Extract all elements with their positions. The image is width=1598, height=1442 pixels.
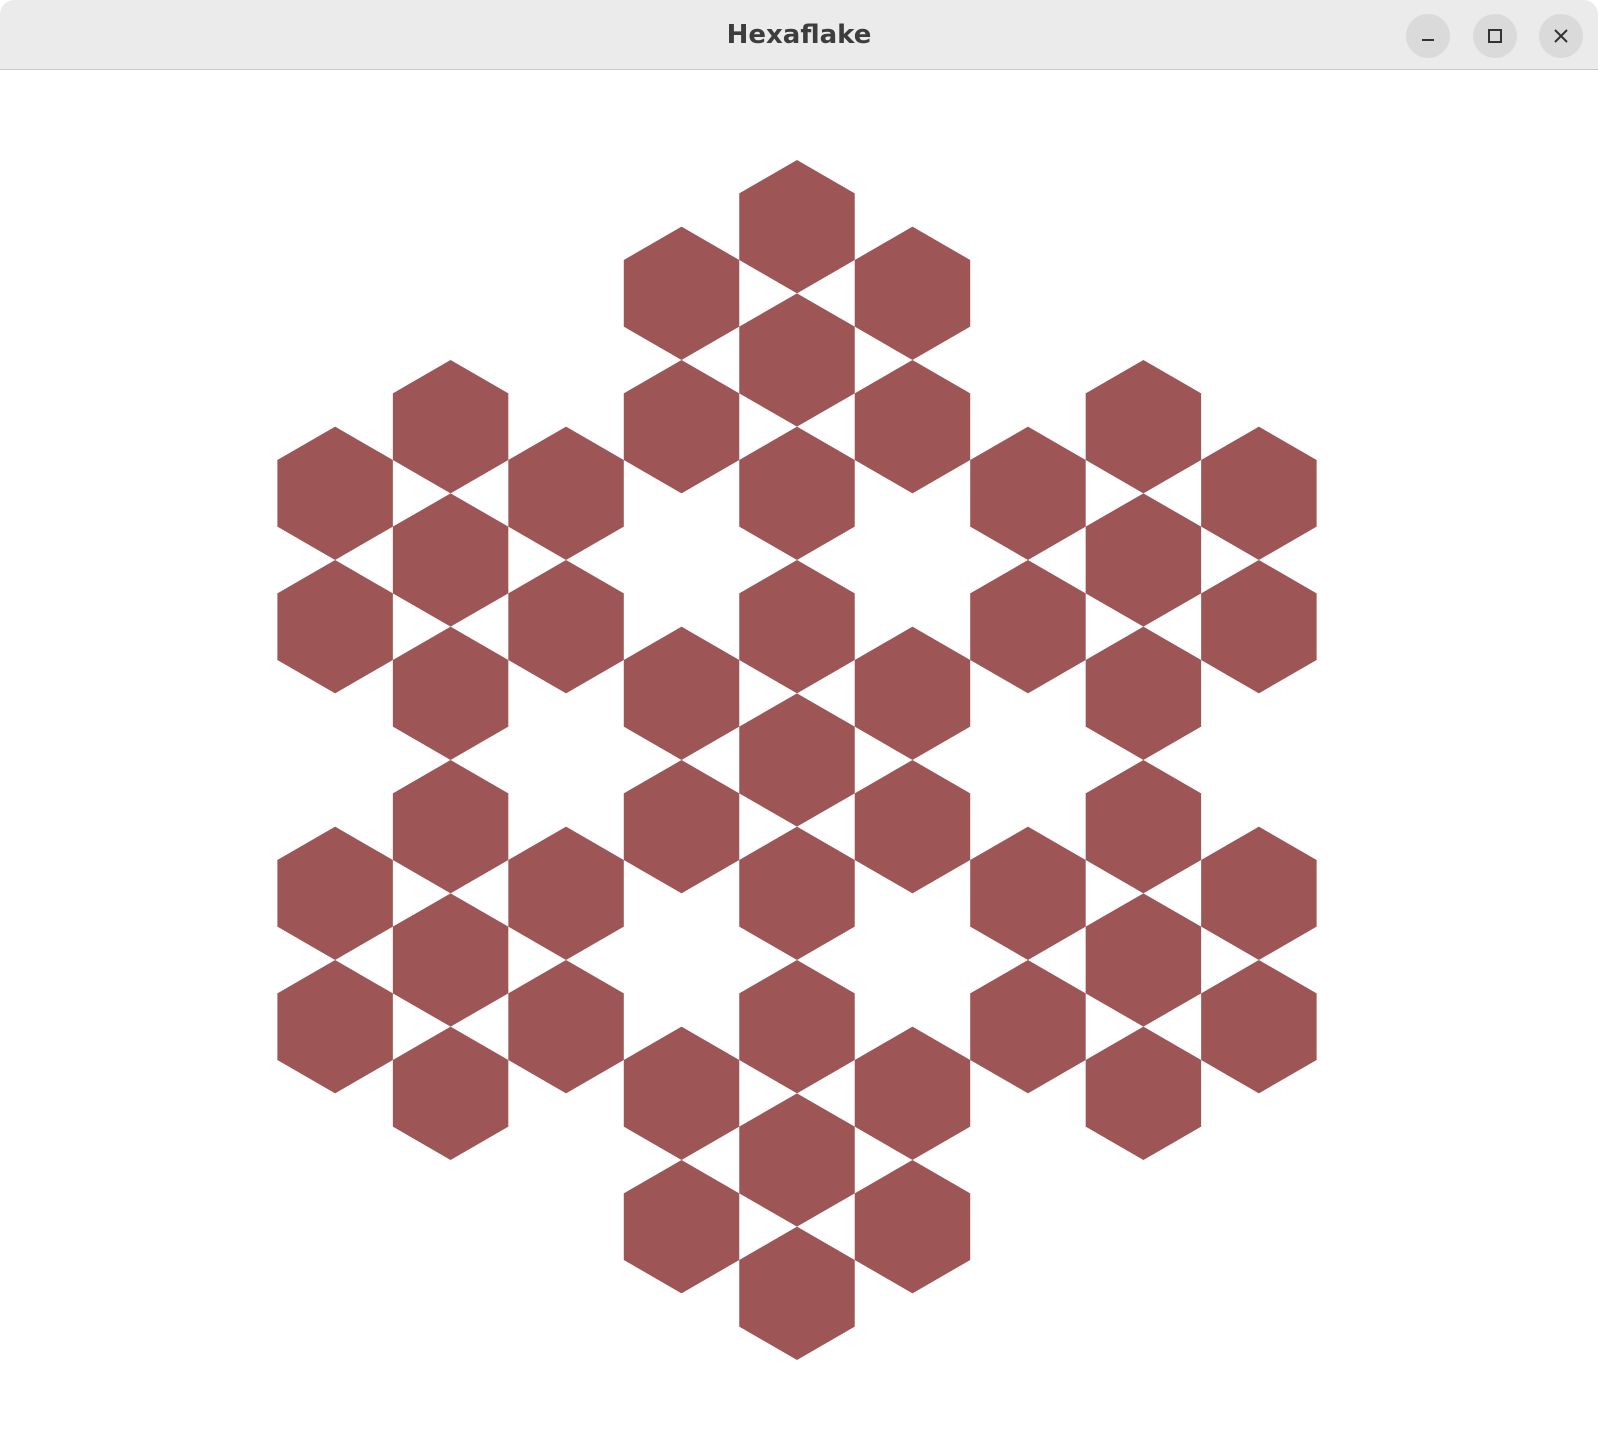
drawing-canvas xyxy=(0,71,1598,1442)
hexaflake-drawing xyxy=(277,160,1317,1360)
maximize-button[interactable] xyxy=(1473,14,1517,58)
hexagon xyxy=(854,626,971,760)
hexagon xyxy=(1201,426,1317,560)
hexagon xyxy=(277,960,393,1094)
hexagon xyxy=(739,1093,855,1227)
window-title: Hexaflake xyxy=(726,20,872,50)
hexagon xyxy=(739,960,855,1094)
hexagon xyxy=(508,826,624,960)
hexagon xyxy=(1085,893,1202,1027)
title-bar[interactable]: Hexaflake xyxy=(0,0,1598,70)
hexagon xyxy=(623,1026,740,1160)
close-button[interactable] xyxy=(1539,14,1583,58)
hexagon xyxy=(739,1226,855,1360)
hexagon xyxy=(392,893,509,1027)
hexagon xyxy=(739,293,855,427)
minimize-button[interactable] xyxy=(1406,14,1450,58)
hexagon xyxy=(277,826,393,960)
hexagon xyxy=(1085,360,1202,494)
hexagon xyxy=(623,626,740,760)
close-icon xyxy=(1554,29,1568,43)
hexagon xyxy=(739,160,855,294)
hexagon xyxy=(623,1160,740,1294)
hexagon xyxy=(392,493,509,627)
hexagon xyxy=(854,226,971,360)
hexagon xyxy=(1085,760,1202,894)
hexagon xyxy=(623,360,740,494)
hexagon xyxy=(392,360,509,494)
hexagon xyxy=(1201,826,1317,960)
hexagon xyxy=(739,826,855,960)
hexagon xyxy=(277,426,393,560)
hexagon xyxy=(1085,626,1202,760)
hexagon xyxy=(739,560,855,694)
minimize-icon xyxy=(1422,39,1434,41)
hexagon xyxy=(739,693,855,827)
hexagon xyxy=(277,560,393,694)
hexagon xyxy=(508,560,624,694)
hexagon xyxy=(392,626,509,760)
hexagon xyxy=(970,426,1086,560)
hexagon xyxy=(739,426,855,560)
hexagon xyxy=(1085,493,1202,627)
hexagon xyxy=(623,226,740,360)
hexagon xyxy=(970,826,1086,960)
hexagon xyxy=(970,560,1086,694)
hexagon xyxy=(392,760,509,894)
hexagon xyxy=(623,760,740,894)
hexagon xyxy=(1085,1026,1202,1160)
hexagon xyxy=(854,1160,971,1294)
hexagon xyxy=(392,1026,509,1160)
maximize-icon xyxy=(1488,29,1502,43)
app-window: Hexaflake xyxy=(0,0,1598,1442)
hexagon xyxy=(854,760,971,894)
hexagon xyxy=(854,1026,971,1160)
hexagon xyxy=(970,960,1086,1094)
hexagon xyxy=(1201,960,1317,1094)
hexagon xyxy=(854,360,971,494)
hexagon xyxy=(508,960,624,1094)
hexagon xyxy=(508,426,624,560)
hexagon xyxy=(1201,560,1317,694)
